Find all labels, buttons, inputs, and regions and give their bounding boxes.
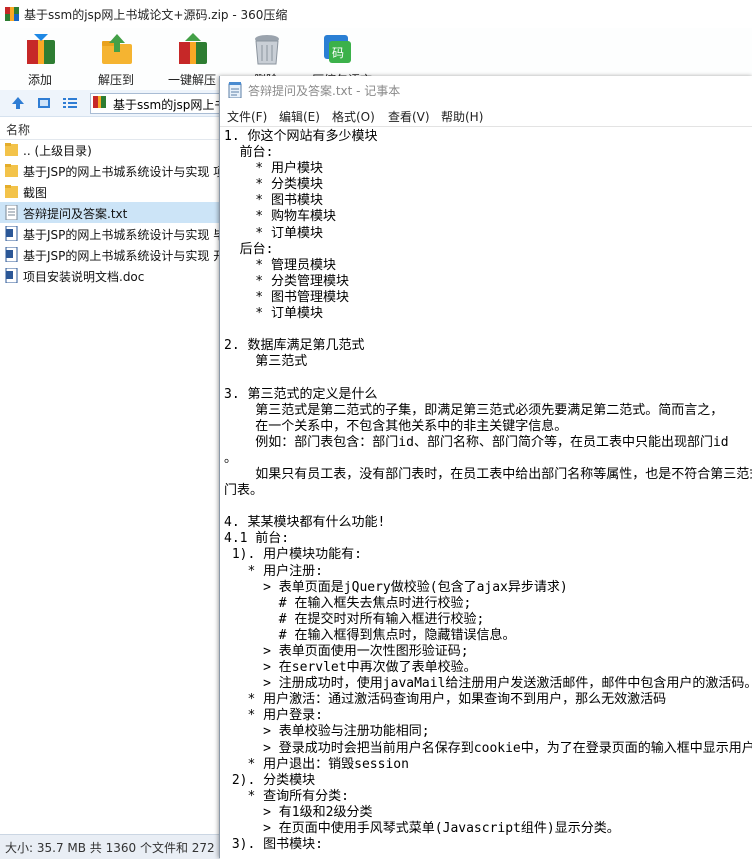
extract-to-button[interactable]: 解压到: [86, 30, 146, 88]
file-list: 名称 .. (上级目录) 基于JSP的网上书城系统设计与实现 项 截图 答辩提问…: [0, 117, 220, 834]
thumbnail-view-icon[interactable]: [36, 95, 52, 111]
document-text: 1. 你这个网站有多少模块 前台: * 用户模块 * 分类模块 * 图书模块 *…: [224, 129, 752, 853]
file-name: .. (上级目录): [23, 144, 92, 158]
text-editor[interactable]: 1. 你这个网站有多少模块 前台: * 用户模块 * 分类模块 * 图书模块 *…: [220, 126, 752, 859]
svg-text:码: 码: [332, 46, 344, 60]
file-name: 基于JSP的网上书城系统设计与实现 开: [23, 249, 219, 263]
notepad-icon: [228, 82, 242, 98]
list-item[interactable]: 基于JSP的网上书城系统设计与实现 项: [0, 160, 220, 181]
list-item[interactable]: 项目安装说明文档.doc: [0, 265, 220, 286]
folder-icon: [5, 164, 18, 177]
path-text: 基于ssm的jsp网上书: [113, 98, 227, 112]
extract-to-label: 解压到: [97, 73, 134, 87]
list-view-icon[interactable]: [62, 95, 78, 111]
list-item[interactable]: 截图: [0, 181, 220, 202]
column-header-label: 名称: [6, 123, 31, 137]
file-name: 基于JSP的网上书城系统设计与实现 毕: [23, 228, 219, 242]
menu-view[interactable]: 查看(V): [388, 108, 430, 125]
up-arrow-icon[interactable]: [10, 95, 26, 111]
text-file-icon: [5, 205, 18, 220]
folder-icon: [5, 143, 18, 156]
extract-to-icon: [102, 34, 132, 64]
word-document-icon: [5, 247, 18, 262]
add-button[interactable]: 添加: [10, 30, 70, 88]
file-name: 截图: [23, 186, 48, 200]
notepad-window: 答辩提问及答案.txt - 记事本 文件(F) 编辑(E) 格式(O) 查看(V…: [219, 76, 752, 859]
archive-app-icon: [5, 7, 19, 21]
menu-bar: 文件(F) 编辑(E) 格式(O) 查看(V) 帮助(H): [220, 104, 752, 126]
archive-language-icon: 码: [324, 35, 351, 63]
archive-title-bar: 基于ssm的jsp网上书城论文+源码.zip - 360压缩: [0, 0, 752, 28]
add-label: 添加: [27, 73, 52, 87]
add-archive-icon: [27, 34, 55, 64]
list-item[interactable]: 基于JSP的网上书城系统设计与实现 毕: [0, 223, 220, 244]
folder-icon: [5, 185, 18, 198]
delete-icon: [255, 35, 279, 65]
status-text: 大小: 35.7 MB 共 1360 个文件和 272 个: [5, 841, 231, 855]
list-item[interactable]: 基于JSP的网上书城系统设计与实现 开: [0, 244, 220, 265]
file-name: 答辩提问及答案.txt: [23, 207, 128, 221]
status-bar: 大小: 35.7 MB 共 1360 个文件和 272 个: [0, 834, 231, 859]
menu-help[interactable]: 帮助(H): [441, 108, 483, 125]
one-click-extract-button[interactable]: 一键解压: [162, 30, 222, 88]
one-click-extract-icon: [179, 33, 207, 64]
path-field[interactable]: 基于ssm的jsp网上书: [90, 93, 232, 114]
menu-edit[interactable]: 编辑(E): [279, 108, 320, 125]
list-item[interactable]: .. (上级目录): [0, 139, 220, 160]
one-click-extract-label: 一键解压: [167, 73, 216, 87]
file-name: 基于JSP的网上书城系统设计与实现 项: [23, 165, 219, 179]
list-item-selected[interactable]: 答辩提问及答案.txt: [0, 202, 220, 223]
word-document-icon: [5, 268, 18, 283]
notepad-title: 答辩提问及答案.txt - 记事本: [248, 84, 401, 98]
file-name: 项目安装说明文档.doc: [23, 270, 145, 284]
menu-format[interactable]: 格式(O): [332, 108, 375, 125]
archive-path-icon: [93, 96, 106, 108]
menu-file[interactable]: 文件(F): [227, 108, 267, 125]
archive-window-title: 基于ssm的jsp网上书城论文+源码.zip - 360压缩: [24, 8, 288, 22]
word-document-icon: [5, 226, 18, 241]
column-header-name[interactable]: 名称: [0, 117, 220, 140]
notepad-title-bar[interactable]: 答辩提问及答案.txt - 记事本: [220, 76, 752, 104]
